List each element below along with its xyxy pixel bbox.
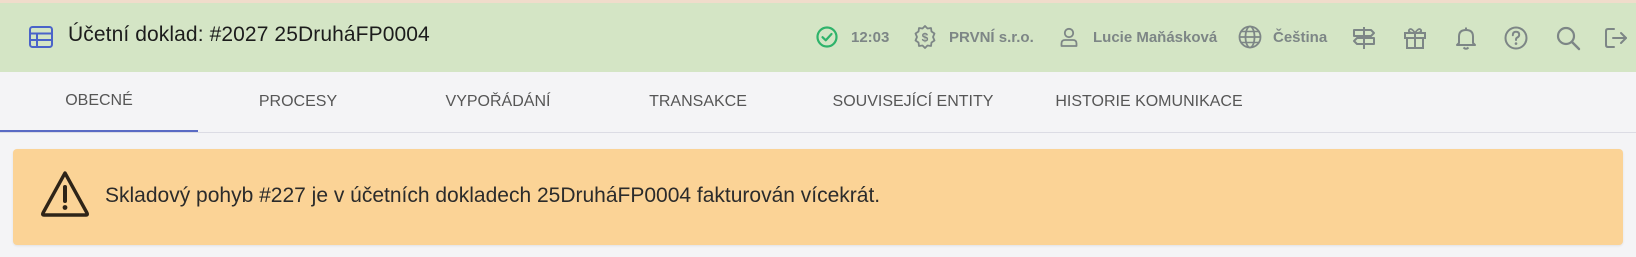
help-circle-icon[interactable] — [1503, 25, 1529, 51]
user-name: Lucie Maňásková — [1093, 28, 1218, 46]
table-icon[interactable] — [28, 24, 54, 50]
user-icon — [1060, 27, 1078, 47]
money-cog-icon: $ — [914, 25, 936, 49]
logout-icon[interactable] — [1603, 25, 1629, 51]
company-name: PRVNÍ s.r.o. — [949, 28, 1034, 46]
bell-icon[interactable] — [1453, 25, 1479, 51]
alert-message: Skladový pohyb #227 je v účetních doklad… — [105, 184, 881, 207]
warning-triangle-icon — [40, 171, 90, 217]
signpost-icon[interactable] — [1351, 25, 1377, 51]
gift-icon[interactable] — [1402, 25, 1428, 51]
tab-bar: OBECNÉ PROCESY VYPOŘÁDÁNÍ TRANSAKCE SOUV… — [0, 72, 1636, 133]
status-indicator: 12:03 — [815, 22, 889, 52]
check-circle-icon — [816, 26, 838, 48]
tab-vyporadani[interactable]: VYPOŘÁDÁNÍ — [398, 72, 598, 132]
tab-souvisejici-entity[interactable]: SOUVISEJÍCÍ ENTITY — [808, 72, 1018, 132]
warning-alert: Skladový pohyb #227 je v účetních doklad… — [13, 149, 1623, 245]
search-icon[interactable] — [1555, 25, 1581, 51]
tab-transakce[interactable]: TRANSAKCE — [598, 72, 798, 132]
language-selector[interactable]: Čeština — [1237, 22, 1327, 52]
page-title: Účetní doklad: #2027 25DruháFP0004 — [68, 23, 430, 46]
tab-obecne[interactable]: OBECNÉ — [0, 72, 198, 132]
tab-historie-komunikace[interactable]: HISTORIE KOMUNIKACE — [1044, 72, 1254, 132]
user-menu[interactable]: Lucie Maňásková — [1058, 22, 1217, 52]
app-header: Účetní doklad: #2027 25DruháFP0004 12:03… — [0, 0, 1636, 72]
company-selector[interactable]: $ PRVNÍ s.r.o. — [912, 22, 1034, 52]
status-time: 12:03 — [851, 28, 890, 46]
globe-icon — [1238, 25, 1262, 49]
tab-procesy[interactable]: PROCESY — [198, 72, 398, 132]
language-name: Čeština — [1273, 28, 1328, 46]
svg-text:$: $ — [922, 31, 929, 45]
